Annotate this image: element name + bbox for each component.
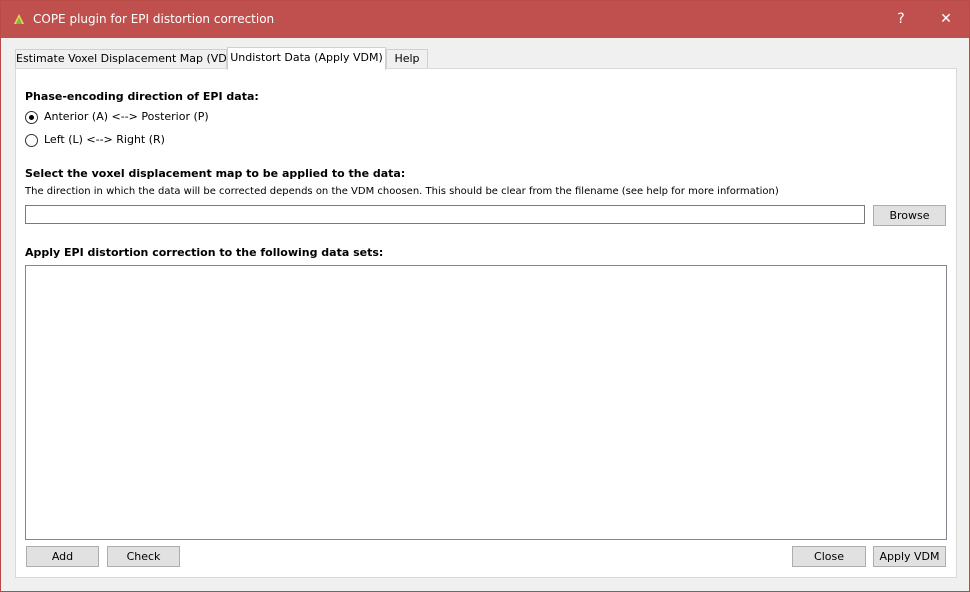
cope-plugin-icon — [14, 14, 24, 24]
datasets-list[interactable] — [25, 265, 947, 540]
datasets-heading: Apply EPI distortion correction to the f… — [25, 246, 384, 259]
cope-plugin-window: COPE plugin for EPI distortion correctio… — [0, 0, 970, 592]
tab-estimate-vdm[interactable]: Estimate Voxel Displacement Map (VDM) — [15, 49, 241, 69]
vdm-hint: The direction in which the data will be … — [25, 186, 779, 197]
radio-anterior-posterior-label: Anterior (A) <--> Posterior (P) — [44, 110, 209, 123]
undistort-panel: Phase-encoding direction of EPI data: An… — [15, 68, 957, 578]
radio-anterior-posterior-button[interactable] — [25, 111, 38, 124]
window-title: COPE plugin for EPI distortion correctio… — [33, 12, 275, 26]
tab-undistort-data[interactable]: Undistort Data (Apply VDM) — [227, 47, 386, 70]
add-button[interactable]: Add — [26, 546, 99, 567]
vdm-path-input[interactable] — [25, 205, 865, 224]
close-button[interactable]: Close — [792, 546, 866, 567]
check-button[interactable]: Check — [107, 546, 180, 567]
browse-button[interactable]: Browse — [873, 205, 946, 226]
help-icon[interactable]: ? — [878, 1, 924, 38]
phase-encoding-heading: Phase-encoding direction of EPI data: — [25, 90, 259, 103]
radio-left-right-button[interactable] — [25, 134, 38, 147]
title-bar[interactable]: COPE plugin for EPI distortion correctio… — [1, 1, 969, 38]
close-icon[interactable]: ✕ — [923, 1, 969, 38]
tab-help[interactable]: Help — [386, 49, 428, 69]
vdm-heading: Select the voxel displacement map to be … — [25, 167, 406, 180]
apply-vdm-button[interactable]: Apply VDM — [873, 546, 946, 567]
radio-left-right-label: Left (L) <--> Right (R) — [44, 133, 165, 146]
